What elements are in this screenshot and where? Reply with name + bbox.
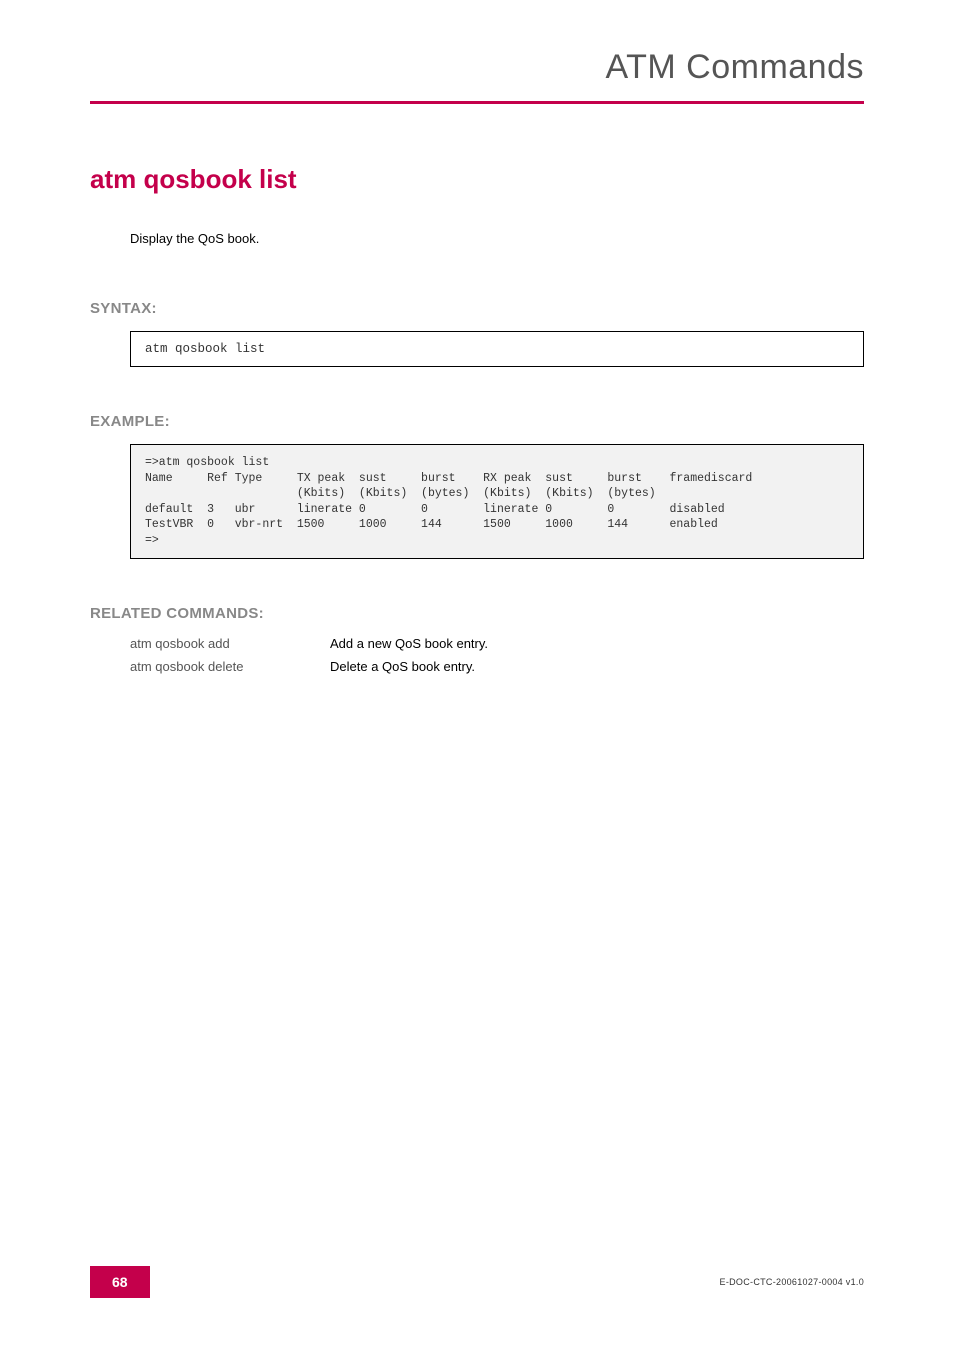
command-description: Display the QoS book. [130,231,864,246]
related-command-desc: Delete a QoS book entry. [330,659,475,674]
related-command-name: atm qosbook add [130,636,330,651]
related-command-desc: Add a new QoS book entry. [330,636,488,651]
page-number: 68 [90,1266,150,1298]
page-header: ATM Commands [0,0,954,87]
command-title: atm qosbook list [90,164,864,195]
related-row: atm qosbook add Add a new QoS book entry… [130,636,864,651]
syntax-label: SYNTAX: [90,300,864,317]
example-code: =>atm qosbook list Name Ref Type TX peak… [130,444,864,559]
example-label: EXAMPLE: [90,413,864,430]
related-commands-table: atm qosbook add Add a new QoS book entry… [130,636,864,674]
page-content: atm qosbook list Display the QoS book. S… [0,104,954,674]
syntax-code: atm qosbook list [130,331,864,367]
document-id: E-DOC-CTC-20061027-0004 v1.0 [720,1277,864,1287]
page: ATM Commands atm qosbook list Display th… [0,0,954,1350]
related-command-name: atm qosbook delete [130,659,330,674]
related-commands-label: RELATED COMMANDS: [90,605,864,622]
page-footer: 68 E-DOC-CTC-20061027-0004 v1.0 [0,1266,954,1298]
chapter-title: ATM Commands [90,48,864,87]
related-row: atm qosbook delete Delete a QoS book ent… [130,659,864,674]
